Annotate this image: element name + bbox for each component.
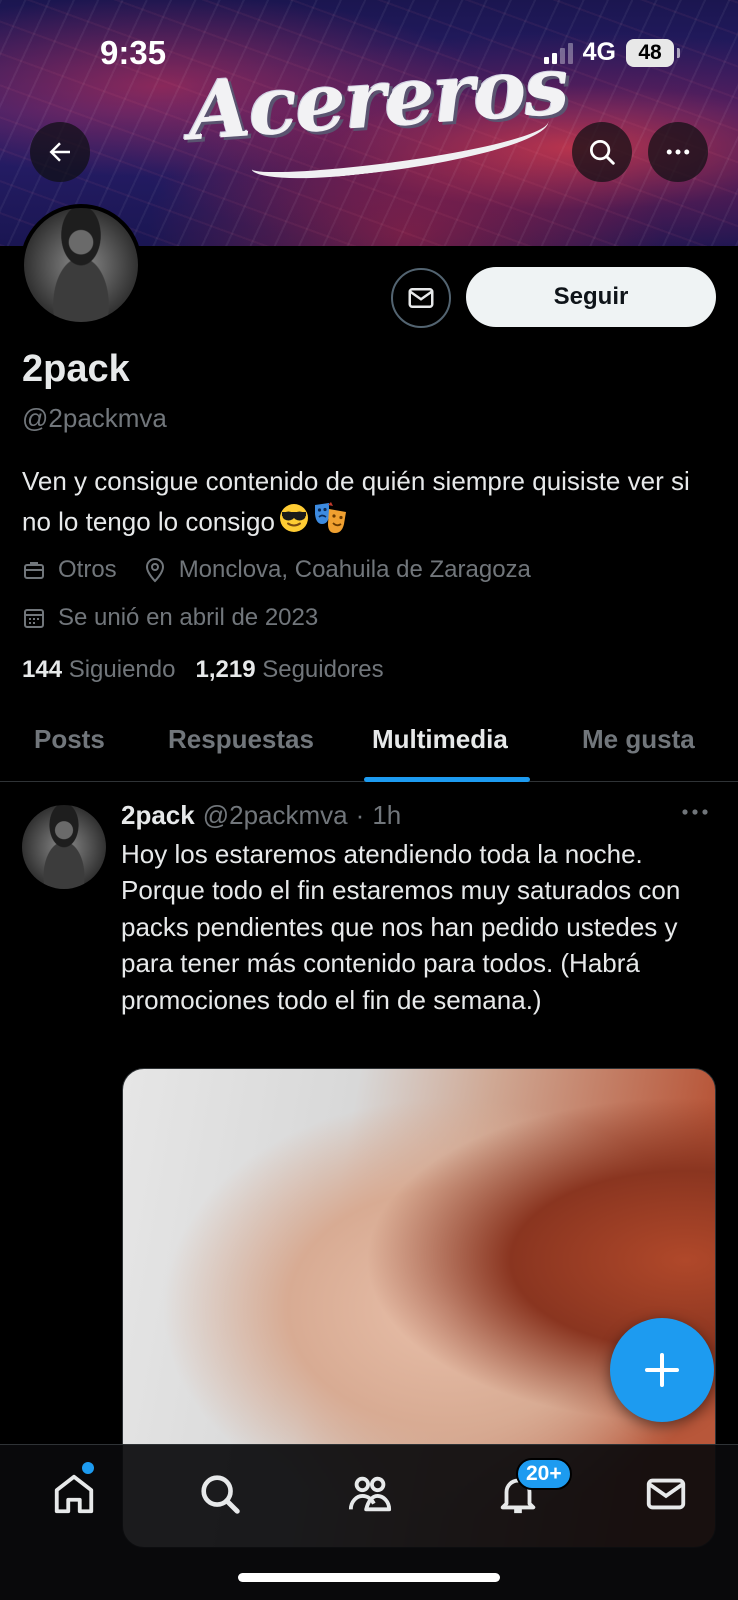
profile-handle: @2packmva xyxy=(22,403,167,433)
back-button[interactable] xyxy=(30,122,90,182)
post-separator: · xyxy=(355,800,365,830)
profile-joined-row: Se unió en abril de 2023 xyxy=(22,604,318,632)
followers-count: 1,219 xyxy=(195,656,256,683)
following-label: Siguiendo xyxy=(68,656,176,683)
active-tab-indicator xyxy=(364,777,530,782)
nav-communities[interactable] xyxy=(340,1464,400,1524)
search-icon xyxy=(590,140,615,165)
more-horizontal-icon xyxy=(682,809,708,815)
post-author-name[interactable]: 2pack xyxy=(121,800,195,831)
more-horizontal-icon xyxy=(666,149,690,155)
bio-text: Ven y consigue contenido de quién siempr… xyxy=(22,466,690,537)
following-count: 144 xyxy=(22,656,63,683)
network-type: 4G xyxy=(582,38,616,66)
envelope-icon xyxy=(408,288,434,308)
profile-screen: Acereros 9:35 4G 48 Seguir 2pack @2packm… xyxy=(0,0,738,1600)
profile-display-name: 2pack xyxy=(22,348,130,390)
profile-joined-date: Se unió en abril de 2023 xyxy=(58,604,319,631)
tab-posts[interactable]: Posts xyxy=(34,724,105,755)
search-icon xyxy=(201,1475,240,1514)
communities-icon xyxy=(348,1476,392,1512)
tab-replies[interactable]: Respuestas xyxy=(168,724,314,755)
profile-avatar[interactable] xyxy=(20,204,142,326)
profile-tabs: Posts Respuestas Multimedia Me gusta xyxy=(0,708,738,782)
tab-likes[interactable]: Me gusta xyxy=(582,724,695,755)
profile-bio: Ven y consigue contenido de quién siempr… xyxy=(22,462,712,546)
post-header: 2pack @2packmva · 1h xyxy=(121,800,401,831)
post-more-button[interactable] xyxy=(680,805,710,824)
arrow-left-icon xyxy=(49,142,70,162)
nav-search[interactable] xyxy=(190,1464,250,1524)
performing-arts-emoji-icon xyxy=(313,501,349,546)
plus-icon xyxy=(645,1353,679,1387)
followers-link[interactable]: 1,219 Seguidores xyxy=(195,656,383,684)
search-button[interactable] xyxy=(572,122,632,182)
post-timestamp[interactable]: 1h xyxy=(372,800,401,831)
home-icon xyxy=(54,1474,94,1514)
home-unread-dot xyxy=(82,1462,94,1474)
notifications-badge: 20+ xyxy=(516,1458,572,1490)
more-options-button[interactable] xyxy=(648,122,708,182)
battery-icon: 48 xyxy=(626,38,680,67)
compose-post-button[interactable] xyxy=(610,1318,714,1422)
profile-stats: 144 Siguiendo 1,219 Seguidores xyxy=(22,656,384,684)
message-button[interactable] xyxy=(391,268,451,328)
nav-home[interactable] xyxy=(44,1464,104,1524)
status-time: 9:35 xyxy=(100,34,167,71)
following-link[interactable]: 144 Siguiendo xyxy=(22,656,175,684)
messages-icon xyxy=(646,1478,686,1510)
calendar-icon xyxy=(22,606,52,630)
nav-messages[interactable] xyxy=(636,1464,696,1524)
followers-label: Seguidores xyxy=(262,656,384,683)
profile-meta-row: Otros Monclova, Coahuila de Zaragoza xyxy=(22,556,531,584)
profile-category: Otros xyxy=(58,556,117,583)
home-indicator[interactable] xyxy=(238,1573,500,1582)
tab-media[interactable]: Multimedia xyxy=(372,724,508,755)
post-text: Hoy los estaremos atendiendo toda la noc… xyxy=(121,839,681,1015)
post-author-avatar[interactable] xyxy=(22,805,106,889)
briefcase-icon xyxy=(22,558,52,582)
location-pin-icon xyxy=(143,557,173,583)
sunglasses-emoji-icon xyxy=(278,502,310,545)
post-author-handle[interactable]: @2packmva xyxy=(203,800,348,831)
signal-icon xyxy=(543,42,573,64)
follow-button[interactable]: Seguir xyxy=(466,267,716,327)
profile-location: Monclova, Coahuila de Zaragoza xyxy=(178,556,531,583)
status-indicators: 4G 48 xyxy=(543,38,680,67)
